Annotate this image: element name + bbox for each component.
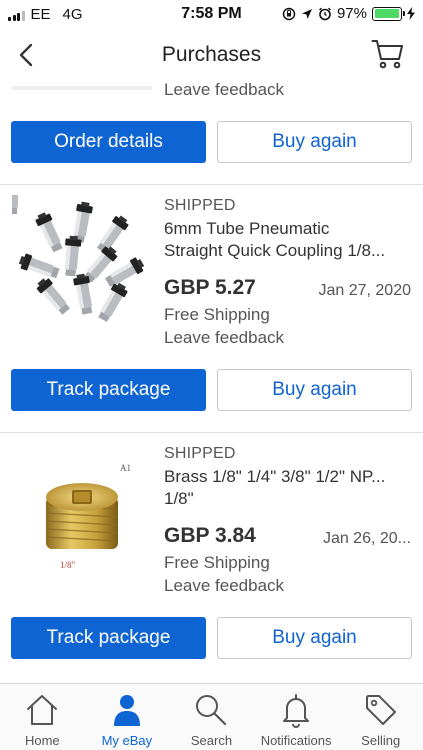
alarm-icon	[318, 7, 331, 20]
buy-again-button[interactable]: Buy again	[217, 121, 412, 163]
buy-again-button[interactable]: Buy again	[217, 617, 412, 659]
order-card[interactable]: A1 1/8" SHIPPED Brass 1/8" 1/4" 3/8" 1/2…	[0, 433, 423, 683]
item-title-line-1: 6mm Tube Pneumatic	[164, 219, 330, 238]
product-image-pneumatic-couplings	[12, 195, 147, 324]
track-package-button[interactable]: Track package	[11, 617, 206, 659]
partial-thumbnail	[12, 86, 152, 90]
order-card[interactable]: SHIPPED 6mm Tube Pneumatic Straight Quic…	[0, 185, 423, 433]
tab-my-ebay[interactable]: My eBay	[85, 684, 170, 750]
status-right: 97%	[282, 5, 415, 22]
order-date: Jan 27, 2020	[318, 282, 411, 299]
order-details-button[interactable]: Order details	[11, 121, 206, 163]
tab-label: Home	[24, 733, 60, 748]
tab-label: Notifications	[260, 733, 332, 748]
charging-icon	[407, 7, 415, 20]
track-package-button[interactable]: Track package	[11, 369, 206, 411]
image-label-a1: A1	[120, 463, 131, 473]
tab-label: Selling	[361, 733, 401, 748]
bell-icon	[283, 694, 310, 728]
order-status: SHIPPED	[164, 197, 236, 214]
page-title: Purchases	[161, 43, 262, 66]
shipping-info: Free Shipping	[164, 305, 270, 324]
tab-selling[interactable]: Selling	[338, 684, 423, 750]
order-date: Jan 26, 20...	[322, 530, 411, 547]
image-label-size: 1/8"	[60, 560, 76, 570]
item-price: GBP 5.27	[164, 276, 256, 299]
battery-icon	[372, 6, 405, 21]
purchases-list[interactable]: Leave feedback Order details Buy again S…	[0, 80, 423, 683]
item-title-line-1: Brass 1/8" 1/4" 3/8" 1/2" NP...	[164, 467, 386, 486]
person-icon	[113, 695, 140, 726]
leave-feedback-link[interactable]: Leave feedback	[164, 80, 284, 100]
leave-feedback-link[interactable]: Leave feedback	[164, 576, 284, 596]
product-image-brass-plug: A1 1/8"	[12, 443, 152, 583]
tab-search[interactable]: Search	[169, 684, 254, 750]
item-title[interactable]: Brass 1/8" 1/4" 3/8" 1/2" NP... 1/8"	[164, 466, 414, 510]
tab-notifications[interactable]: Notifications	[254, 684, 339, 750]
shipping-info: Free Shipping	[164, 553, 270, 572]
tab-label: My eBay	[101, 733, 153, 748]
battery-percent: 97%	[336, 5, 367, 22]
tab-home[interactable]: Home	[0, 684, 85, 750]
tab-bar: Home My eBay Search Notifications Sellin…	[0, 683, 423, 750]
item-price: GBP 3.84	[164, 524, 256, 547]
tag-icon	[365, 695, 396, 725]
location-icon	[301, 8, 312, 19]
order-card-partial: Leave feedback Order details Buy again	[0, 80, 423, 185]
order-status: SHIPPED	[164, 445, 236, 462]
item-title-line-2: 1/8"	[164, 489, 194, 508]
nav-bar: Purchases	[0, 30, 423, 80]
buy-again-button[interactable]: Buy again	[217, 369, 412, 411]
orientation-lock-icon	[282, 7, 296, 20]
item-title[interactable]: 6mm Tube Pneumatic Straight Quick Coupli…	[164, 218, 414, 262]
home-icon	[27, 695, 58, 725]
item-title-line-2: Straight Quick Coupling 1/8...	[164, 241, 386, 260]
search-icon	[196, 695, 227, 726]
cart-icon[interactable]	[371, 38, 405, 70]
leave-feedback-link[interactable]: Leave feedback	[164, 328, 284, 348]
tab-label: Search	[190, 733, 233, 748]
status-bar: EE 4G 7:58 PM 97%	[0, 0, 423, 30]
